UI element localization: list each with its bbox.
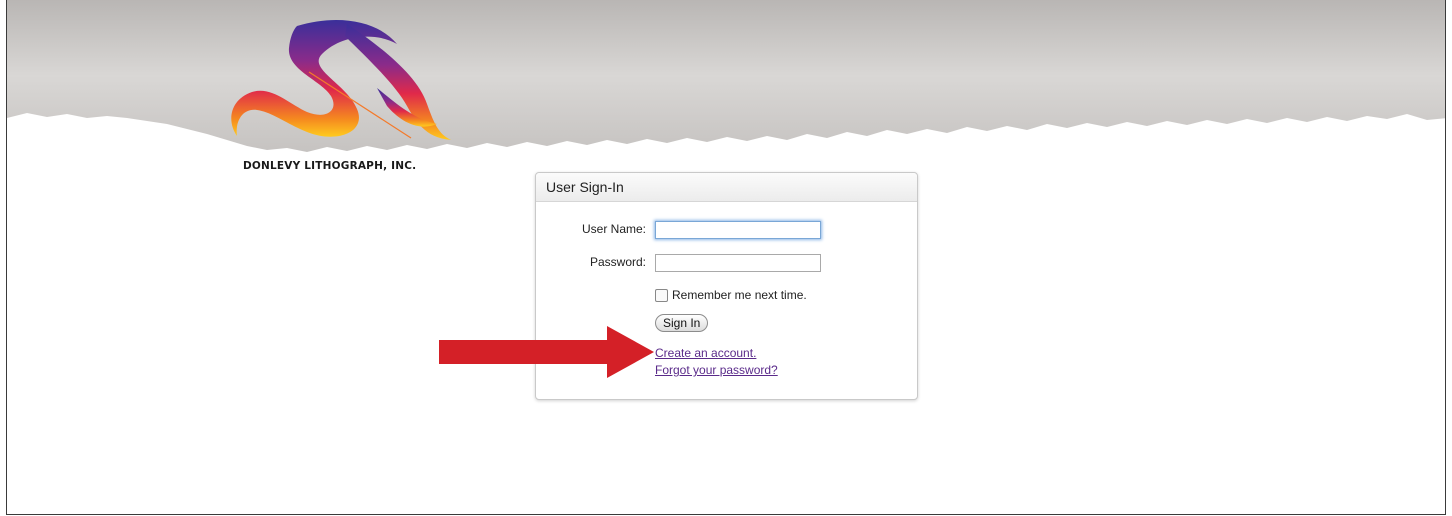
company-name: DONLEVY LITHOGRAPH, INC. bbox=[243, 160, 417, 172]
torn-paper-banner bbox=[7, 0, 1445, 152]
password-input[interactable] bbox=[655, 254, 821, 272]
forgot-password-link[interactable]: Forgot your password? bbox=[655, 363, 778, 377]
username-label: User Name: bbox=[581, 222, 646, 236]
create-account-link[interactable]: Create an account. bbox=[655, 346, 756, 360]
browser-page: DONLEVY LITHOGRAPH, INC. User Sign-In Us… bbox=[6, 0, 1446, 515]
company-logo bbox=[231, 20, 451, 140]
remember-me-row[interactable]: Remember me next time. bbox=[655, 288, 807, 302]
username-input[interactable] bbox=[655, 221, 821, 239]
remember-me-checkbox[interactable] bbox=[655, 288, 668, 302]
red-pointer-arrow bbox=[439, 326, 654, 378]
panel-title: User Sign-In bbox=[536, 173, 917, 202]
password-label: Password: bbox=[589, 255, 646, 269]
remember-me-label[interactable]: Remember me next time. bbox=[672, 288, 807, 302]
sign-in-button[interactable]: Sign In bbox=[655, 314, 709, 332]
